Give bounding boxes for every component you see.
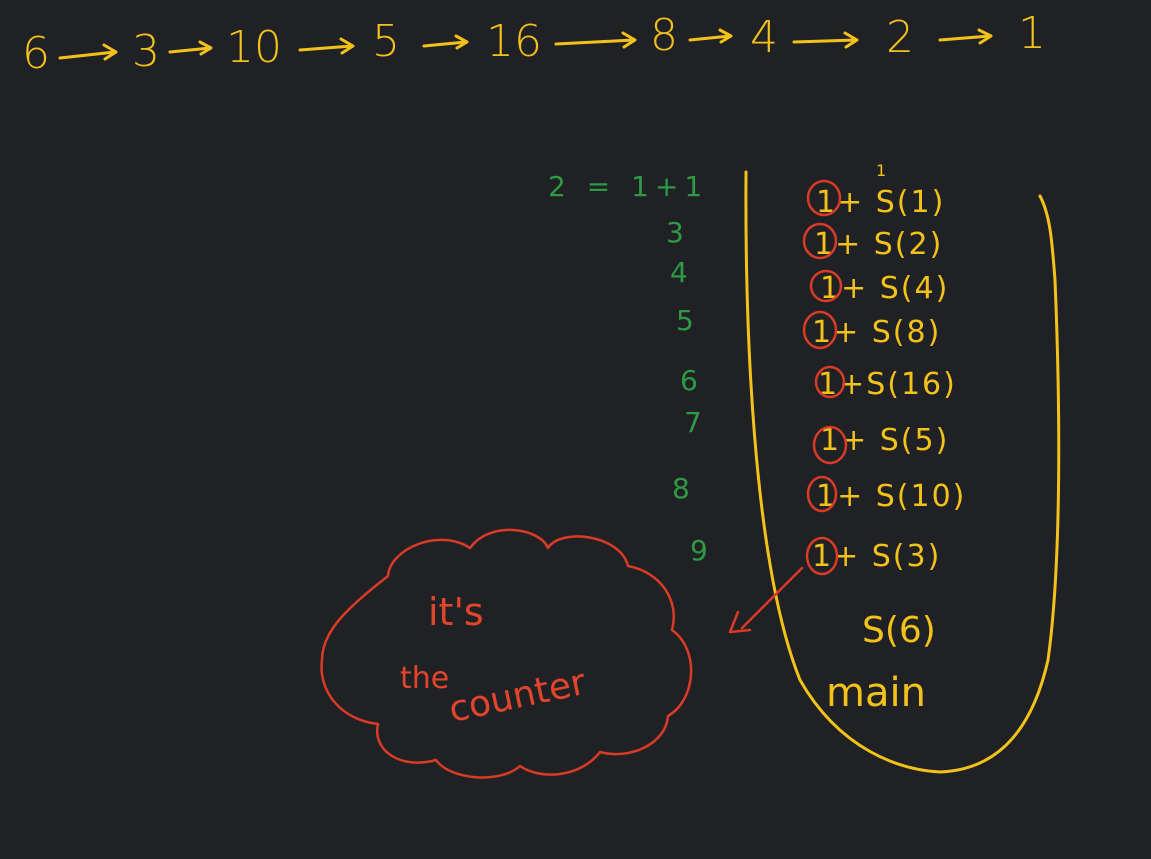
sequence-arrow	[688, 28, 733, 44]
sequence-number: 8	[650, 10, 678, 61]
stack-call-frame: 1+ S(1)	[816, 185, 945, 220]
counter-label: 5	[676, 304, 694, 337]
sequence-arrow	[554, 31, 637, 49]
pointer-arrow	[728, 566, 804, 634]
stack-call-frame: 1+ S(4)	[820, 271, 949, 306]
counter-note-cloud: it's the counter	[320, 528, 693, 779]
stack-base-frame: S(6)	[862, 610, 936, 651]
sequence-arrow	[422, 34, 469, 50]
counter-label: 8	[672, 472, 690, 505]
sequence-number: 3	[132, 26, 160, 77]
note-line: the	[400, 661, 449, 696]
counter-label: 3	[666, 216, 684, 249]
call-stack: 1 1+ S(1) 1+ S(2) 1+ S(4) 1+ S(8) 1+S(16…	[744, 161, 1061, 774]
stack-call-frame: 1+ S(5)	[820, 423, 949, 458]
counter-column: 2 = 1+1 3 4 5 6 7 8 9	[548, 170, 708, 567]
sequence-number: 1	[1018, 8, 1046, 59]
stack-call-frame: 1+ S(10)	[816, 479, 966, 514]
stack-base-frame: main	[826, 670, 926, 716]
sequence-number: 5	[372, 16, 400, 67]
sequence-arrow	[938, 28, 993, 45]
counter-label: 9	[690, 534, 708, 567]
stack-call-frame: 1+ S(8)	[812, 315, 941, 350]
sequence-arrow	[58, 43, 118, 61]
note-line: counter	[445, 662, 589, 731]
counter-label: 4	[670, 256, 688, 289]
counter-label: 2 = 1+1	[548, 170, 708, 203]
collatz-sequence: 6 3 10 5 16 8 4 2 1	[22, 8, 1046, 79]
sequence-number: 10	[226, 22, 282, 73]
sequence-number: 6	[22, 28, 50, 79]
sequence-number: 2	[886, 12, 914, 63]
sequence-number: 16	[486, 16, 542, 67]
sequence-number: 4	[750, 12, 778, 63]
sequence-arrow	[792, 31, 859, 49]
whiteboard-canvas: 6 3 10 5 16 8 4 2 1 2 = 1+1 3 4 5 6 7 8 …	[22, 8, 1061, 779]
sequence-arrow	[298, 37, 355, 55]
counter-label: 6	[680, 364, 698, 397]
sequence-arrow	[168, 40, 213, 56]
counter-label: 7	[684, 406, 702, 439]
cloud-outline	[320, 528, 693, 779]
stack-top-mark: 1	[876, 161, 888, 180]
note-line: it's	[428, 590, 484, 634]
stack-call-frame: 1+S(16)	[818, 367, 957, 402]
